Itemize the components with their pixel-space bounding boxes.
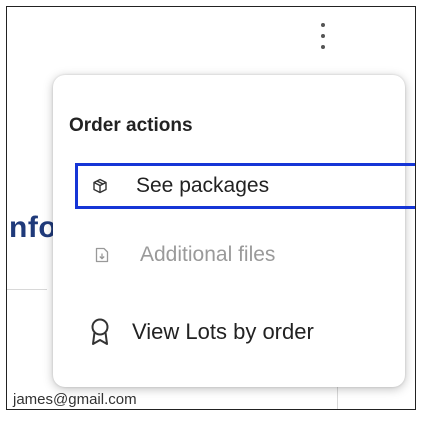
menu-item-label: View Lots by order xyxy=(132,319,314,344)
more-options-icon[interactable] xyxy=(317,21,329,51)
package-icon xyxy=(88,174,112,198)
order-actions-menu: Order actions See packages Additional fi… xyxy=(53,75,415,387)
menu-item-view-lots[interactable]: View Lots by order xyxy=(77,311,415,353)
background-heading: nfo xyxy=(9,211,58,244)
menu-item-additional-files[interactable]: Additional files xyxy=(77,234,415,276)
email-text: james@gmail.com xyxy=(13,391,137,408)
menu-title: Order actions xyxy=(69,115,193,136)
menu-item-label: See packages xyxy=(136,174,270,197)
screenshot-frame: nfo james@gmail.com Order actions See pa… xyxy=(6,6,416,410)
award-ribbon-icon xyxy=(88,318,112,345)
menu-item-see-packages[interactable]: See packages xyxy=(75,163,415,209)
divider xyxy=(7,289,47,290)
file-download-icon xyxy=(90,243,114,267)
menu-item-label: Additional files xyxy=(140,243,276,266)
